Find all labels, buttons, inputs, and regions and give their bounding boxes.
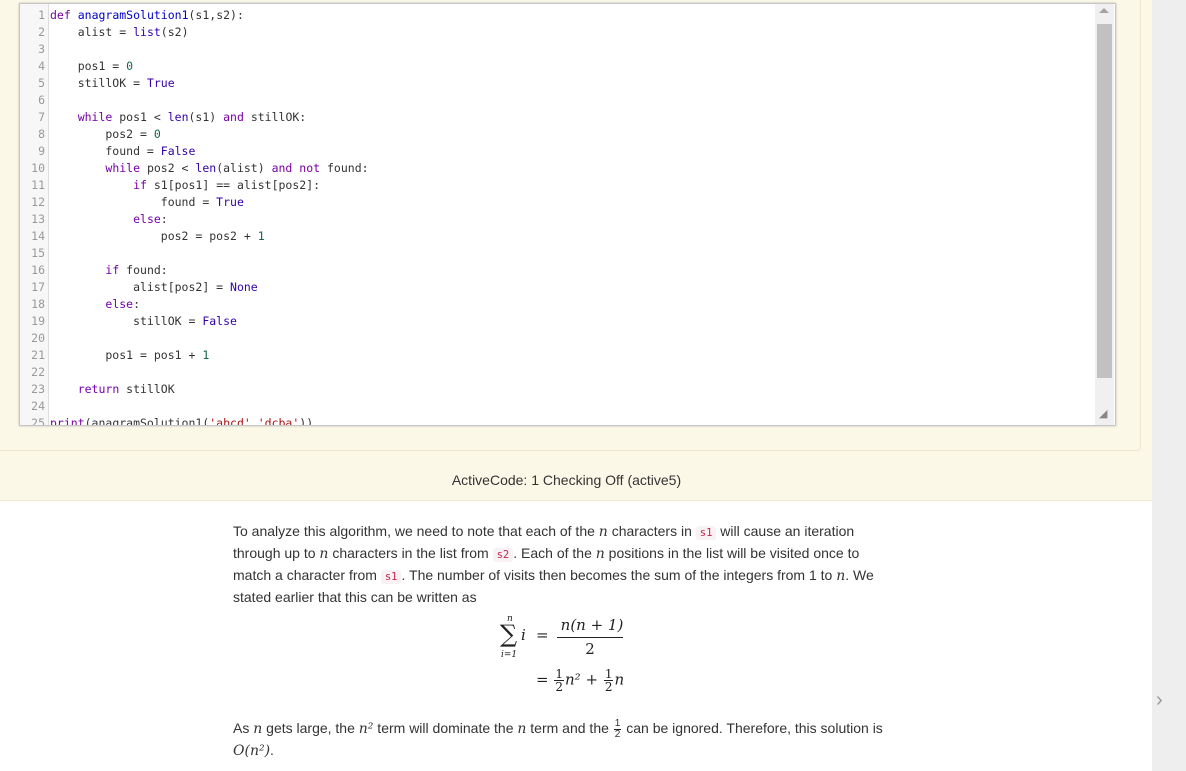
text: characters in [607,523,696,539]
summation-equation: n ∑ i=1 i = n(n + 1) 2 = 1 2 n² + 12n [495,612,655,702]
math-n: n [836,568,846,584]
line-number: 23 [31,382,45,396]
equals-sign: = [536,670,549,689]
text: As [233,720,254,736]
line-number: 11 [31,178,45,192]
line-number: 20 [31,331,45,345]
line-number: 8 [38,127,45,141]
main-content: 1 2 3 4 5 6 7 8 9 10 11 12 13 14 15 16 17 18 19 20 21 22 23 24 2… [0,0,1152,771]
math-n: n [253,721,263,737]
text: term and the [526,720,613,736]
fraction-bar [557,637,623,638]
line-number: 2 [38,25,45,39]
sigma-lower-limit: i=1 [501,650,518,660]
text: term will dominate the [373,720,518,736]
conclusion-paragraph: As n gets large, the n² term will domina… [233,718,913,761]
text: can be ignored. Therefore, this solution… [622,720,883,736]
half-fraction: 12 [554,668,564,693]
code-line[interactable]: while pos1 < len(s1) and stillOK: [50,109,307,126]
resize-grip-icon[interactable]: ◢ [1099,408,1111,420]
text: To analyze this algorithm, we need to no… [233,523,599,539]
line-number: 9 [38,144,45,158]
line-number: 6 [38,93,45,107]
code-line[interactable]: pos1 = 0 [50,58,133,75]
right-nav-gutter [1152,0,1186,771]
fraction-numerator: n(n + 1) [560,616,624,634]
line-number: 18 [31,297,45,311]
math-n: n [595,546,605,562]
code-editor[interactable]: 1 2 3 4 5 6 7 8 9 10 11 12 13 14 15 16 17 18 19 20 21 22 23 24 2… [19,3,1116,426]
activecode-panel: 1 2 3 4 5 6 7 8 9 10 11 12 13 14 15 16 17 18 19 20 21 22 23 24 2… [0,0,1152,501]
equation-row-2: = 1 2 n² + 12n [536,668,624,693]
code-line[interactable]: else: [50,296,140,313]
inline-code: s2 [492,548,514,562]
text: characters in the list from [328,545,493,561]
code-line[interactable]: alist[pos2] = None [50,279,258,296]
line-number: 15 [31,246,45,260]
text: . Each of the [513,545,596,561]
sigma-symbol: ∑ [500,620,518,648]
line-number: 10 [31,161,45,175]
line-number: 21 [31,348,45,362]
analysis-paragraph: To analyze this algorithm, we need to no… [233,521,893,607]
code-line[interactable]: found = True [50,194,244,211]
half-fraction: 12 [603,668,614,694]
code-line[interactable]: def anagramSolution1(s1,s2): [50,7,244,24]
line-number: 3 [38,42,45,56]
line-number: 16 [31,263,45,277]
line-number: 7 [38,110,45,124]
half-den: 2 [604,680,613,694]
chevron-right-icon[interactable]: › [1156,690,1176,710]
code-line[interactable]: return stillOK [50,381,175,398]
scroll-up-arrow-icon[interactable] [1099,8,1109,13]
line-number: 14 [31,229,45,243]
editor-scrollbar[interactable] [1095,4,1114,425]
code-line[interactable]: alist = list(s2) [50,24,189,41]
math-n-squared: n² [358,721,374,737]
line-number: 25 [31,416,45,426]
activecode-caption: ActiveCode: 1 Checking Off (active5) [451,472,682,488]
code-line[interactable]: stillOK = True [50,75,175,92]
sigma-variable: i [521,626,526,644]
big-o-notation: O(n²) [233,742,271,759]
code-line[interactable]: if s1[pos1] == alist[pos2]: [50,177,320,194]
fraction-denominator: 2 [585,640,595,658]
line-number: 19 [31,314,45,328]
code-line[interactable]: while pos2 < len(alist) and not found: [50,160,368,177]
inline-code: s1 [695,526,717,540]
code-line[interactable]: found = False [50,143,195,160]
n-squared: n² [565,670,581,689]
line-number: 13 [31,212,45,226]
text: . The number of visits then becomes the … [401,567,837,583]
code-line[interactable]: pos2 = pos2 + 1 [50,228,265,245]
code-line[interactable]: pos2 = 0 [50,126,160,143]
line-number: 22 [31,365,45,379]
plus-sign: + [585,670,599,689]
code-line[interactable]: stillOK = False [50,313,237,330]
n-term: n [614,670,625,689]
math-n: n [598,524,608,540]
line-number: 4 [38,59,45,73]
line-number: 5 [38,76,45,90]
equals-sign: = [536,626,549,644]
line-number: 17 [31,280,45,294]
text: gets large, the [262,720,359,736]
text: . [270,741,274,758]
line-number: 12 [31,195,45,209]
code-line[interactable]: print(anagramSolution1('abcd','dcba')) [50,415,313,425]
half-den: 2 [614,728,621,740]
inline-code: s1 [380,570,402,584]
half-den: 2 [555,680,563,694]
line-number: 24 [31,399,45,413]
code-line[interactable]: if found: [50,262,167,279]
line-number: 1 [38,8,45,22]
code-line[interactable]: else: [50,211,168,228]
code-line[interactable]: pos1 = pos1 + 1 [50,347,209,364]
scrollbar-thumb[interactable] [1097,24,1112,378]
half-fraction-inline: 12 [613,718,622,740]
